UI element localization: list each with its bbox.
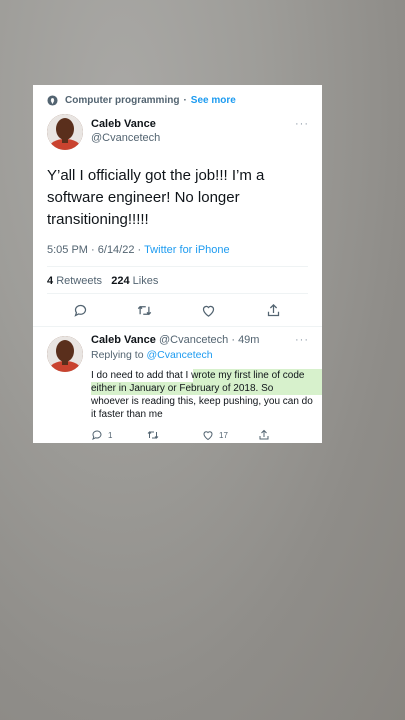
replying-to: Replying to @Cvancetech <box>91 349 213 361</box>
topic-label[interactable]: Computer programming <box>65 95 179 106</box>
replying-to-handle[interactable]: @Cvancetech <box>146 349 212 361</box>
reply-retweet-button[interactable] <box>146 429 165 441</box>
author-name[interactable]: Caleb Vance <box>91 118 156 130</box>
reply-author-name[interactable]: Caleb Vance <box>91 334 156 346</box>
reply-avatar[interactable] <box>47 336 83 372</box>
reply-author-meta: @Cvancetech · 49m <box>159 334 259 346</box>
reply-avatar-image <box>47 336 83 372</box>
reply-reply-count: 1 <box>108 430 113 440</box>
reply-icon <box>92 430 102 440</box>
divider <box>47 293 308 294</box>
retweet-icon <box>147 431 159 439</box>
retweet-stat-label: Retweets <box>56 275 103 287</box>
reply-author-handle[interactable]: @Cvancetech <box>159 334 228 346</box>
retweet-button[interactable] <box>136 303 153 318</box>
like-stat-label: Likes <box>132 275 159 287</box>
reply-button[interactable] <box>73 303 88 318</box>
reply-text: I do need to add that I wrote my first l… <box>91 370 313 420</box>
like-icon <box>202 305 215 317</box>
topic-header: Computer programming · See more <box>47 93 236 107</box>
tweet-date[interactable]: 6/14/22 <box>98 244 135 256</box>
reply-meta-separator: · <box>231 334 235 346</box>
reply-like-count: 17 <box>219 430 228 440</box>
retweet-stat[interactable]: 4 Retweets <box>47 275 102 287</box>
replying-to-label: Replying to <box>91 349 144 361</box>
like-stat[interactable]: 224 Likes <box>111 275 158 287</box>
tweet-text: Y’all I officially got the job!!! I’m a … <box>47 167 265 228</box>
reply-icon <box>74 304 87 317</box>
reply-share-button[interactable] <box>258 429 270 441</box>
author-handle[interactable]: @Cvancetech <box>91 132 160 144</box>
share-icon <box>267 303 280 317</box>
retweet-count: 4 <box>47 275 54 287</box>
divider <box>33 326 322 327</box>
topic-separator: · <box>183 94 187 106</box>
tweet-source[interactable]: Twitter for iPhone <box>144 244 230 256</box>
meta-separator: · <box>91 244 98 256</box>
divider <box>47 266 308 267</box>
reply-like-button[interactable]: 17 <box>202 429 228 441</box>
like-button[interactable] <box>201 303 216 318</box>
avatar[interactable] <box>47 114 83 150</box>
retweet-icon <box>137 305 152 316</box>
avatar-image <box>47 114 83 150</box>
like-icon <box>203 431 213 441</box>
reply-actions: 1 17 <box>33 429 322 443</box>
tweet-time[interactable]: 5:05 PM <box>47 244 88 256</box>
location-pin-icon <box>47 94 58 106</box>
reply-more-options-icon[interactable]: ··· <box>295 334 309 346</box>
like-count: 224 <box>111 275 130 287</box>
reply-reply-button[interactable]: 1 <box>91 429 112 441</box>
tweet-card: Computer programming · See more Caleb Va… <box>33 85 322 443</box>
more-options-icon[interactable]: ··· <box>295 118 309 130</box>
tweet-meta: 5:05 PM · 6/14/22 · Twitter for iPhone <box>47 244 230 256</box>
share-button[interactable] <box>266 303 281 318</box>
share-icon <box>259 429 269 440</box>
tweet-actions <box>33 303 322 321</box>
reply-age[interactable]: 49m <box>238 334 259 346</box>
tweet-stats: 4 Retweets 224 Likes <box>47 275 158 287</box>
see-more-link[interactable]: See more <box>191 95 236 106</box>
